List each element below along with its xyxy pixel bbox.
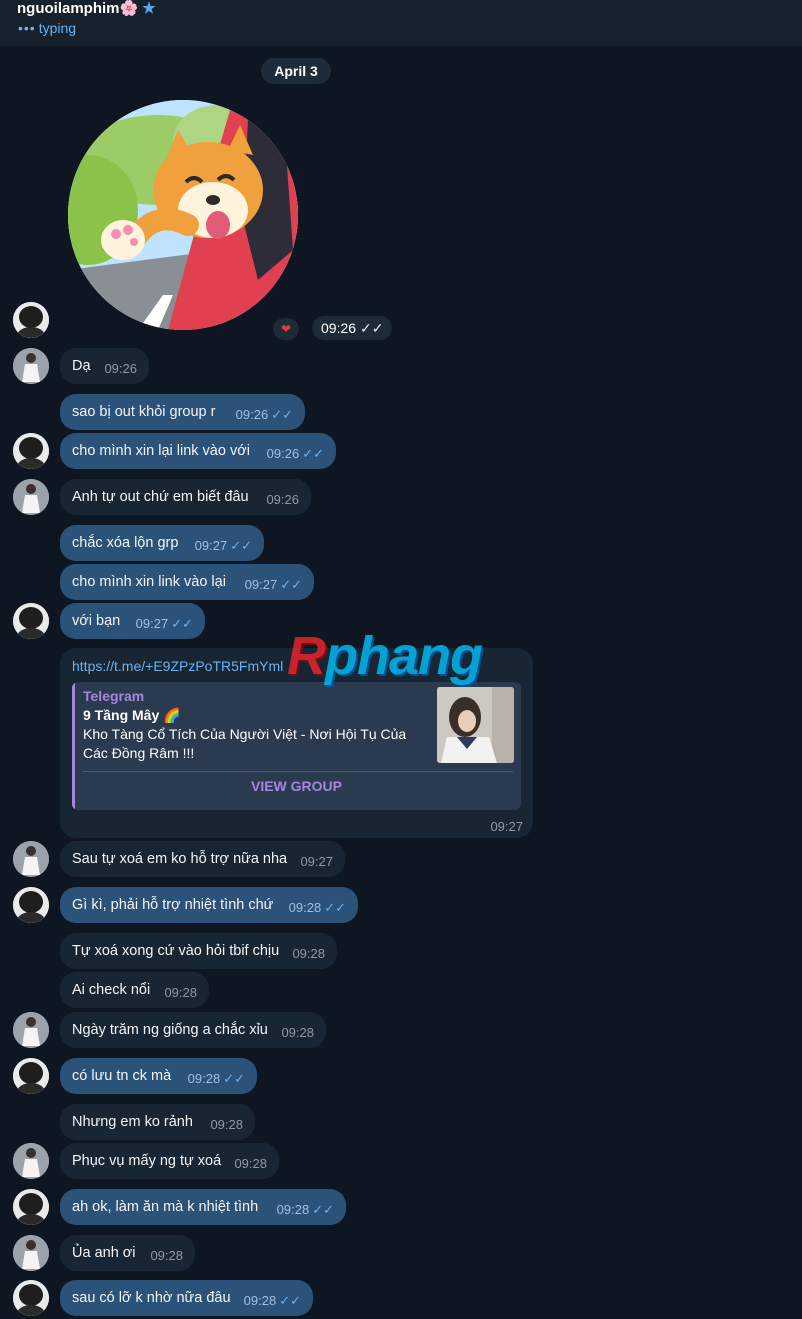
sticker-timestamp: 09:26 ✓✓ — [312, 316, 392, 340]
message-time: 09:28 — [292, 946, 325, 961]
avatar-contact[interactable] — [13, 348, 49, 384]
message-bubble[interactable]: cho mình xin lại link vào với 09:26 ✓✓ — [60, 433, 336, 469]
typing-dots-icon: ••• — [18, 20, 36, 36]
message-time: 09:28 ✓✓ — [243, 1293, 301, 1308]
message-time: 09:28 ✓✓ — [187, 1071, 245, 1086]
verified-star-icon: ★ — [142, 0, 156, 17]
double-check-icon: ✓✓ — [230, 538, 252, 553]
message-bubble[interactable]: Nhưng em ko rảnh 09:28 — [60, 1104, 255, 1140]
message-time: 09:28 — [234, 1156, 267, 1171]
shiba-sticker[interactable] — [68, 100, 298, 330]
preview-title: 9 Tầng Mây 🌈 — [83, 707, 181, 723]
message-bubble[interactable]: Tự xoá xong cứ vào hỏi tbif chịu 09:28 — [60, 933, 337, 969]
link-preview[interactable]: Telegram 9 Tầng Mây 🌈 Kho Tàng Cổ Tích C… — [72, 682, 521, 810]
message-bubble[interactable]: Sau tự xoá em ko hỗ trợ nữa nha 09:27 — [60, 841, 345, 877]
avatar-me[interactable] — [13, 1189, 49, 1225]
chat-header[interactable]: nguoilamphim🌸 ★ ••• typing — [0, 0, 802, 46]
double-check-icon: ✓✓ — [302, 446, 324, 461]
contact-name[interactable]: nguoilamphim🌸 ★ — [17, 0, 156, 17]
typing-status: ••• typing — [18, 20, 77, 36]
message-time: 09:26 — [266, 492, 299, 507]
message-bubble[interactable]: với bạn 09:27 ✓✓ — [60, 603, 205, 639]
avatar-contact[interactable] — [13, 479, 49, 515]
double-check-icon: ✓✓ — [271, 407, 293, 422]
message-time: 09:28 — [150, 1248, 183, 1263]
message-time: 09:28 — [164, 985, 197, 1000]
message-bubble[interactable]: cho mình xin link vào lại 09:27 ✓✓ — [60, 564, 314, 600]
message-bubble[interactable]: sau có lỡ k nhờ nữa đâu 09:28 ✓✓ — [60, 1280, 313, 1316]
double-check-icon: ✓✓ — [280, 577, 302, 592]
message-time: 09:28 ✓✓ — [288, 900, 346, 915]
avatar-me[interactable] — [13, 433, 49, 469]
date-divider: April 3 — [261, 58, 331, 84]
message-time: 09:28 — [210, 1117, 243, 1132]
avatar-contact[interactable] — [13, 1235, 49, 1271]
avatar-me[interactable] — [13, 603, 49, 639]
double-check-icon: ✓✓ — [324, 900, 346, 915]
message-time: 09:27 ✓✓ — [244, 577, 302, 592]
heart-reaction-icon[interactable]: ❤ — [273, 318, 299, 340]
message-bubble[interactable]: Ai check nổi 09:28 — [60, 972, 209, 1008]
message-bubble[interactable]: có lưu tn ck mà 09:28 ✓✓ — [60, 1058, 257, 1094]
preview-thumbnail — [437, 687, 514, 763]
watermark-logo: Rphang — [287, 626, 483, 686]
avatar-me[interactable] — [13, 1058, 49, 1094]
avatar-contact[interactable] — [13, 1012, 49, 1048]
double-check-icon: ✓✓ — [279, 1293, 301, 1308]
preview-site: Telegram — [83, 688, 145, 704]
message-bubble[interactable]: Ngày trăm ng giống a chắc xỉu 09:28 — [60, 1012, 326, 1048]
double-check-icon: ✓✓ — [223, 1071, 245, 1086]
message-bubble[interactable]: Dạ 09:26 — [60, 348, 149, 384]
message-time: 09:26 ✓✓ — [266, 446, 324, 461]
avatar-me[interactable] — [13, 1280, 49, 1316]
message-bubble[interactable]: Gì kì, phải hỗ trợ nhiệt tình chứ 09:28 ✓… — [60, 887, 358, 923]
view-group-button[interactable]: VIEW GROUP — [72, 778, 521, 794]
avatar-contact[interactable] — [13, 841, 49, 877]
double-check-icon: ✓✓ — [312, 1202, 334, 1217]
message-time: 09:26 — [104, 361, 137, 376]
message-time: 09:28 ✓✓ — [276, 1202, 334, 1217]
message-bubble[interactable]: Phục vụ mấy ng tự xoá 09:28 — [60, 1143, 279, 1179]
message-time: 09:27 — [490, 819, 523, 834]
message-time: 09:27 ✓✓ — [194, 538, 252, 553]
double-check-icon: ✓✓ — [360, 320, 384, 336]
avatar-me[interactable] — [13, 302, 49, 338]
message-bubble[interactable]: ah ok, làm ăn mà k nhiệt tình 09:28 ✓✓ — [60, 1189, 346, 1225]
double-check-icon: ✓✓ — [171, 616, 193, 631]
message-time: 09:27 — [300, 854, 333, 869]
message-time: 09:27 ✓✓ — [135, 616, 193, 631]
message-bubble[interactable]: Anh tự out chứ em biết đâu 09:26 — [60, 479, 311, 515]
message-time: 09:28 — [281, 1025, 314, 1040]
message-bubble[interactable]: sao bị out khỏi group r 09:26 ✓✓ — [60, 394, 305, 430]
avatar-me[interactable] — [13, 887, 49, 923]
invite-link[interactable]: https://t.me/+E9ZPzPoTR5FmYml — [72, 658, 283, 674]
avatar-contact[interactable] — [13, 1143, 49, 1179]
message-time: 09:26 ✓✓ — [235, 407, 293, 422]
message-bubble[interactable]: Ủa anh ơi 09:28 — [60, 1235, 195, 1271]
preview-description: Kho Tàng Cổ Tích Của Người Việt - Nơi Hộ… — [83, 726, 407, 761]
message-bubble[interactable]: chắc xóa lộn grp 09:27 ✓✓ — [60, 525, 264, 561]
